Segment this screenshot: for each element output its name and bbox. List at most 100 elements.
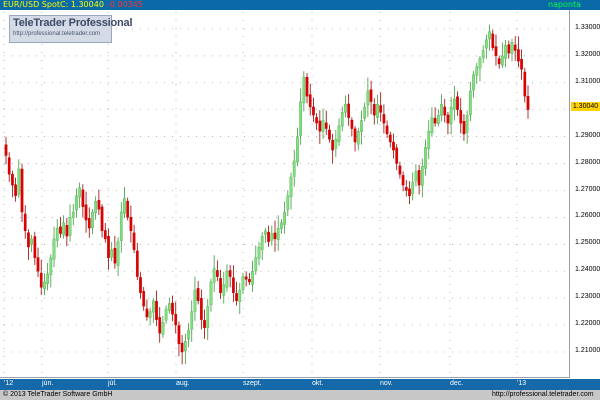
candle-down[interactable] (459, 110, 463, 124)
candle-down[interactable] (392, 141, 395, 151)
candle-up[interactable] (337, 125, 341, 142)
candle-down[interactable] (267, 231, 270, 242)
candle-down[interactable] (33, 236, 37, 258)
candle-down[interactable] (103, 230, 107, 240)
candle-down[interactable] (145, 308, 149, 318)
candle-down[interactable] (513, 44, 517, 51)
candle-up[interactable] (164, 308, 168, 321)
candle-up[interactable] (55, 228, 59, 241)
candle-down[interactable] (23, 213, 27, 232)
candle-up[interactable] (161, 322, 165, 335)
candle-up[interactable] (264, 230, 267, 235)
candle-down[interactable] (20, 168, 24, 213)
candle-up[interactable] (485, 39, 488, 49)
candle-down[interactable] (171, 302, 174, 315)
candle-up[interactable] (363, 106, 367, 119)
candle-up[interactable] (472, 74, 475, 91)
candle-up[interactable] (212, 268, 216, 283)
candle-up[interactable] (286, 195, 290, 210)
candle-up[interactable] (440, 104, 443, 116)
candle-down[interactable] (395, 147, 399, 164)
candle-up[interactable] (376, 104, 379, 118)
candle-up[interactable] (209, 281, 213, 306)
candle-down[interactable] (81, 189, 85, 207)
candle-up[interactable] (71, 211, 75, 218)
candle-up[interactable] (296, 136, 299, 163)
candle-up[interactable] (360, 120, 363, 132)
candle-down[interactable] (379, 105, 383, 113)
candle-up[interactable] (49, 257, 53, 275)
candle-up[interactable] (75, 195, 78, 211)
candle-up[interactable] (420, 166, 424, 186)
candle-up[interactable] (30, 238, 33, 245)
candle-down[interactable] (155, 300, 158, 320)
candle-down[interactable] (135, 250, 139, 277)
candle-down[interactable] (517, 49, 520, 62)
candle-down[interactable] (129, 217, 133, 232)
candle-down[interactable] (139, 277, 142, 293)
candle-up[interactable] (276, 228, 280, 240)
candle-up[interactable] (510, 42, 514, 54)
candle-down[interactable] (87, 218, 91, 229)
candle-down[interactable] (216, 270, 219, 277)
candle-down[interactable] (520, 59, 523, 70)
candle-up[interactable] (340, 112, 344, 127)
candle-down[interactable] (174, 313, 178, 326)
candle-down[interactable] (180, 342, 184, 353)
candle-up[interactable] (465, 114, 469, 133)
candle-down[interactable] (401, 175, 405, 186)
candle-down[interactable] (39, 272, 43, 288)
candle-down[interactable] (443, 106, 447, 116)
candle-up[interactable] (501, 55, 504, 66)
candle-down[interactable] (417, 169, 421, 186)
candle-up[interactable] (292, 160, 296, 177)
candle-up[interactable] (225, 271, 229, 288)
candle-down[interactable] (199, 298, 203, 320)
candle-down[interactable] (408, 188, 411, 197)
candle-down[interactable] (315, 117, 318, 124)
candle-up[interactable] (17, 168, 21, 195)
candle-down[interactable] (398, 165, 402, 175)
candle-down[interactable] (177, 325, 181, 345)
candle-down[interactable] (308, 94, 312, 108)
candle-up[interactable] (289, 176, 293, 197)
candle-up[interactable] (334, 139, 338, 149)
candle-up[interactable] (504, 45, 507, 59)
candle-up[interactable] (452, 98, 456, 110)
candle-up[interactable] (187, 330, 190, 340)
candle-down[interactable] (142, 291, 146, 307)
candle-up[interactable] (430, 117, 434, 134)
candle-up[interactable] (148, 311, 152, 318)
candle-down[interactable] (244, 276, 248, 280)
candle-down[interactable] (385, 125, 389, 135)
candle-up[interactable] (414, 171, 418, 182)
candle-up[interactable] (411, 182, 415, 194)
candle-down[interactable] (196, 288, 200, 302)
candle-down[interactable] (219, 278, 222, 293)
candle-up[interactable] (78, 187, 82, 198)
price-chart[interactable] (0, 0, 600, 400)
candle-up[interactable] (62, 222, 65, 236)
candle-up[interactable] (427, 131, 431, 150)
candle-down[interactable] (456, 96, 459, 110)
candle-up[interactable] (436, 114, 440, 124)
candle-down[interactable] (404, 187, 408, 191)
candle-down[interactable] (433, 117, 437, 124)
candle-down[interactable] (372, 104, 376, 116)
candle-up[interactable] (481, 50, 485, 59)
candle-up[interactable] (151, 300, 155, 313)
candle-down[interactable] (228, 270, 232, 277)
candle-up[interactable] (280, 222, 283, 229)
candle-up[interactable] (475, 66, 479, 76)
candle-down[interactable] (369, 89, 373, 102)
candle-up[interactable] (469, 90, 472, 115)
candle-down[interactable] (350, 119, 354, 129)
candle-down[interactable] (331, 140, 335, 151)
candle-up[interactable] (183, 341, 187, 352)
candle-down[interactable] (248, 279, 251, 283)
candle-up[interactable] (190, 311, 194, 330)
candle-down[interactable] (113, 247, 117, 264)
candle-down[interactable] (388, 134, 392, 143)
candle-down[interactable] (462, 121, 466, 135)
candle-down[interactable] (312, 106, 315, 116)
